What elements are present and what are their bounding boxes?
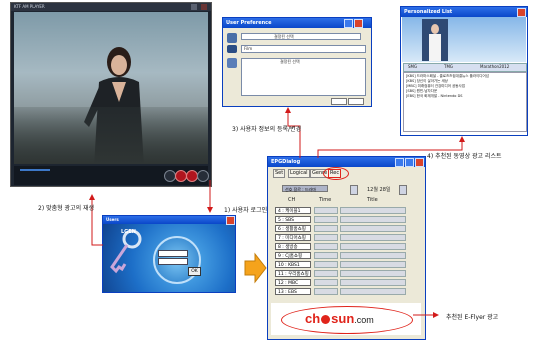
annotation-5: 추천된 E-Flyer 광고 — [446, 314, 499, 321]
flow-arrows — [89, 107, 465, 318]
annotation-2: 2) 맞춤형 광고의 재생 — [38, 205, 95, 212]
orange-flow-arrow — [244, 252, 267, 284]
arrow-epg-to-pref — [285, 107, 301, 158]
annotation-1: 1) 사용자 로그인 — [224, 207, 268, 214]
annotation-3: 3) 사용자 정보의 등록/변경 — [232, 126, 302, 133]
annotation-4: 4) 추천된 동영상 광고 리스트 — [427, 153, 502, 160]
